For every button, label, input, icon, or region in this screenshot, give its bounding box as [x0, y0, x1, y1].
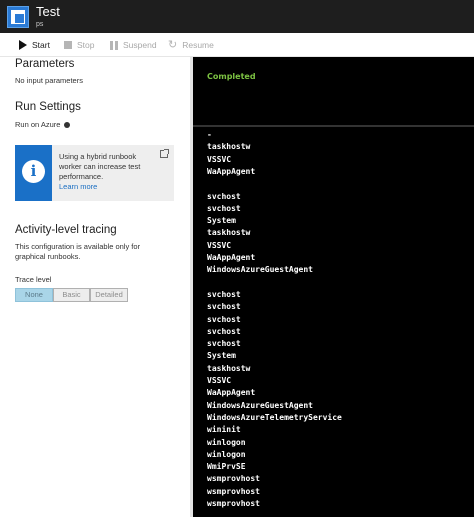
radio-selected-icon[interactable]: [64, 122, 71, 129]
title-bar: Test ps: [0, 0, 474, 33]
output-line: VSSVC: [207, 240, 232, 250]
info-tile: i: [15, 145, 52, 201]
run-on-option[interactable]: Run on Azure: [15, 120, 71, 129]
output-line: wsmprovhost: [207, 474, 260, 484]
output-line: svchost: [207, 339, 241, 349]
trace-option-basic[interactable]: Basic: [53, 288, 90, 302]
learn-more-link[interactable]: Learn more: [59, 182, 155, 192]
tracing-text-1: This configuration is available only for: [15, 242, 141, 251]
parameters-text: No input parameters: [15, 76, 83, 85]
output-line: wsmprovhost: [207, 486, 260, 496]
external-link-icon[interactable]: [160, 149, 169, 158]
output-line: WaAppAgent: [207, 166, 256, 176]
output-line: taskhostw: [207, 228, 251, 238]
output-line: VSSVC: [207, 376, 232, 385]
output-line: wsmprovhost: [207, 499, 260, 508]
info-line-3: performance.: [59, 172, 104, 181]
resume-icon: ↻: [168, 39, 178, 51]
output-line: taskhostw: [207, 363, 251, 373]
pause-icon: [110, 40, 118, 50]
output-line: WmiPrvSE: [207, 462, 246, 472]
output-line: WindowsAzureGuestAgent: [207, 265, 313, 275]
info-text: Using a hybrid runbook worker can increa…: [59, 152, 155, 192]
info-line-1: Using a hybrid runbook: [59, 152, 137, 161]
resume-label: Resume: [182, 40, 214, 50]
output-stream[interactable]: - taskhostw VSSVC WaAppAgent svchost svchost S…: [193, 127, 474, 517]
output-line: WaAppAgent: [207, 388, 256, 398]
output-line: WaAppAgent: [207, 253, 256, 262]
output-line: System: [207, 351, 236, 361]
tracing-text-2: graphical runbooks.: [15, 252, 81, 261]
output-line: WindowsAzureTelemetryService: [207, 412, 342, 422]
trace-option-none[interactable]: None: [15, 288, 53, 302]
output-line: svchost: [207, 326, 241, 336]
status-completed: Completed: [207, 72, 256, 81]
output-line: winlogon: [207, 437, 246, 447]
settings-panel[interactable]: Parameters No input parameters Run Setti…: [0, 57, 190, 517]
info-icon: i: [22, 160, 45, 183]
output-line: VSSVC: [207, 154, 232, 164]
output-line: -: [207, 130, 212, 139]
suspend-label: Suspend: [123, 40, 157, 50]
tracing-heading: Activity-level tracing: [15, 224, 117, 236]
resume-button[interactable]: ↻ Resume: [168, 38, 214, 52]
runbook-window-icon: [7, 6, 29, 28]
output-line: svchost: [207, 191, 241, 201]
run-on-label: Run on Azure: [15, 120, 61, 129]
window-subtitle: ps: [36, 21, 44, 28]
output-line: svchost: [207, 314, 241, 324]
output-line: wininit: [207, 425, 241, 435]
output-line: svchost: [207, 289, 241, 299]
suspend-button[interactable]: Suspend: [110, 38, 157, 52]
start-label: Start: [32, 40, 50, 50]
hybrid-worker-infobox: i Using a hybrid runbook worker can incr…: [15, 145, 174, 201]
output-line: taskhostw: [207, 142, 251, 152]
output-line: winlogon: [207, 449, 246, 459]
parameters-heading: Parameters: [15, 58, 75, 70]
output-line: System: [207, 216, 236, 226]
toolbar: Start Stop Suspend ↻ Resume: [0, 33, 474, 57]
stop-label: Stop: [77, 40, 95, 50]
stop-icon: [64, 41, 72, 49]
start-button[interactable]: Start: [19, 38, 50, 52]
output-line: svchost: [207, 203, 241, 213]
output-line: WindowsAzureGuestAgent: [207, 400, 313, 410]
trace-option-detailed[interactable]: Detailed: [90, 288, 128, 302]
output-line: svchost: [207, 302, 241, 312]
window-title: Test: [36, 4, 60, 19]
output-status-pane: Completed: [193, 57, 474, 125]
info-line-2: worker can increase test: [59, 162, 141, 171]
play-icon: [19, 40, 27, 50]
trace-level-label: Trace level: [15, 275, 52, 284]
stop-button[interactable]: Stop: [64, 38, 95, 52]
run-settings-heading: Run Settings: [15, 101, 81, 113]
